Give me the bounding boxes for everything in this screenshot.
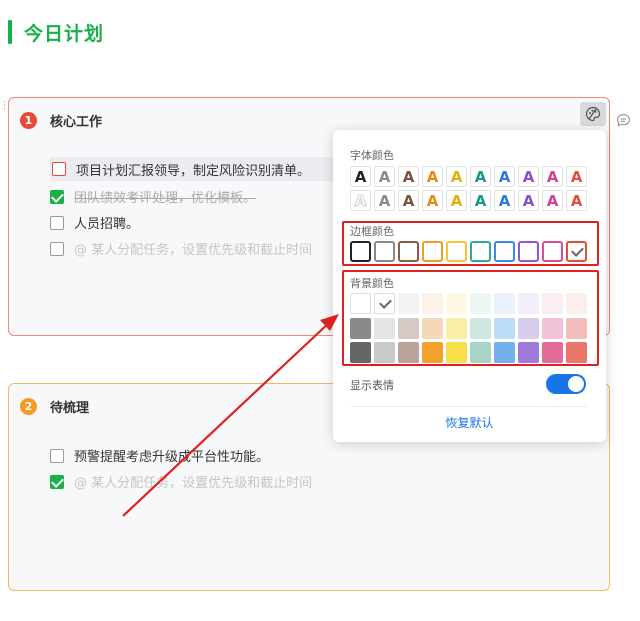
new-task-input[interactable]: @ 某人分配任务，设置优先级和截止时间	[50, 239, 312, 258]
new-task-placeholder[interactable]: @ 某人分配任务，设置优先级和截止时间	[74, 472, 312, 491]
font-color-swatch[interactable]: A	[374, 190, 395, 211]
task-checkbox[interactable]	[50, 448, 64, 463]
font-color-swatch[interactable]: A	[398, 166, 419, 187]
palette-icon	[585, 106, 601, 122]
font-color-swatch[interactable]: A	[398, 190, 419, 211]
font-color-row: AAAAAAAAAA	[350, 190, 590, 211]
font-color-swatch[interactable]: A	[422, 166, 443, 187]
font-color-swatch[interactable]: A	[374, 166, 395, 187]
font-color-swatch[interactable]: A	[446, 190, 467, 211]
task-item[interactable]: 项目计划汇报领导，制定风险识别清单。	[50, 157, 350, 181]
card-number-badge: 1	[20, 112, 37, 129]
font-color-swatch[interactable]: A	[542, 190, 563, 211]
task-checkbox[interactable]	[52, 162, 66, 176]
divider	[350, 406, 587, 407]
new-task-placeholder[interactable]: @ 某人分配任务，设置优先级和截止时间	[74, 239, 312, 258]
task-item[interactable]: 人员招聘。	[50, 213, 139, 232]
card-header: 2 待梳理	[20, 397, 89, 416]
font-color-swatch[interactable]: A	[350, 190, 371, 211]
font-color-swatch[interactable]: A	[494, 190, 515, 211]
font-color-swatch[interactable]: A	[350, 166, 371, 187]
font-color-swatch[interactable]: A	[518, 166, 539, 187]
font-color-swatch[interactable]: A	[518, 190, 539, 211]
task-item[interactable]: 预警提醒考虑升级成平台性功能。	[50, 446, 269, 465]
task-checkbox[interactable]	[50, 474, 64, 489]
font-color-swatch[interactable]: A	[566, 166, 587, 187]
card-title[interactable]: 待梳理	[50, 397, 89, 416]
new-task-input[interactable]: @ 某人分配任务，设置优先级和截止时间	[50, 472, 312, 491]
task-checkbox[interactable]	[50, 189, 64, 204]
font-color-swatch[interactable]: A	[542, 166, 563, 187]
font-color-swatch[interactable]: A	[470, 166, 491, 187]
annotation-box-border-colors	[342, 221, 599, 266]
show-emoji-toggle[interactable]	[546, 374, 586, 394]
task-text[interactable]: 项目计划汇报领导，制定风险识别清单。	[76, 160, 310, 179]
font-color-row: AAAAAAAAAA	[350, 166, 590, 187]
task-item[interactable]: 团队绩效考评处理，优化模板。	[50, 187, 256, 206]
toggle-knob	[568, 376, 584, 392]
page-title-text: 今日计划	[24, 22, 105, 45]
card-header: 1 核心工作	[20, 111, 102, 130]
font-color-swatch[interactable]: A	[470, 190, 491, 211]
task-checkbox[interactable]	[50, 215, 64, 230]
card-number-badge: 2	[20, 398, 37, 415]
font-color-swatch[interactable]: A	[494, 166, 515, 187]
font-color-label: 字体颜色	[350, 149, 394, 162]
card-title[interactable]: 核心工作	[50, 111, 102, 130]
palette-button[interactable]	[580, 102, 606, 126]
show-emoji-label: 显示表情	[350, 379, 394, 392]
font-color-swatch[interactable]: A	[422, 190, 443, 211]
task-checkbox[interactable]	[50, 241, 64, 256]
font-color-swatch[interactable]: A	[566, 190, 587, 211]
page-title: 今日计划	[8, 18, 104, 46]
reset-default-link[interactable]: 恢复默认	[333, 414, 606, 431]
task-text[interactable]: 团队绩效考评处理，优化模板。	[74, 187, 256, 206]
title-accent-bar	[8, 20, 12, 44]
annotation-box-bg-colors	[342, 270, 599, 366]
task-text[interactable]: 人员招聘。	[74, 213, 139, 232]
comment-icon[interactable]	[616, 113, 631, 132]
font-color-swatch[interactable]: A	[446, 166, 467, 187]
task-text[interactable]: 预警提醒考虑升级成平台性功能。	[74, 446, 269, 465]
